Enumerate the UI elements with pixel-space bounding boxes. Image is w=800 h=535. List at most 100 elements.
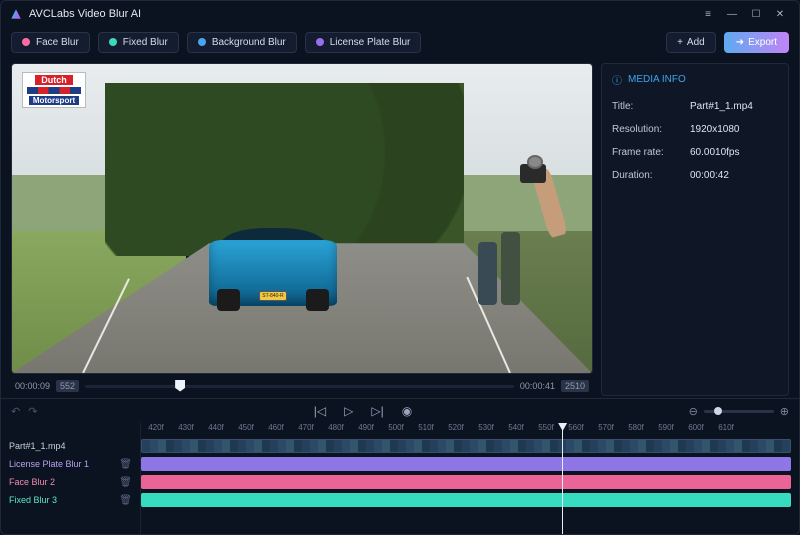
info-icon: ⓘ bbox=[612, 72, 622, 87]
track-area[interactable]: 420f430f440f450f460f470f480f490f500f510f… bbox=[141, 423, 799, 534]
next-frame-button[interactable]: ▷| bbox=[371, 404, 383, 418]
zoom-handle[interactable] bbox=[714, 407, 722, 415]
zoom-out-icon[interactable]: ⊖ bbox=[689, 405, 698, 418]
microphone-icon bbox=[527, 155, 543, 169]
title-value: Part#1_1.mp4 bbox=[690, 101, 753, 112]
background-blur-button[interactable]: Background Blur bbox=[187, 32, 297, 53]
ruler-tick: 580f bbox=[621, 423, 651, 437]
framerate-value: 60.0010fps bbox=[690, 147, 740, 158]
license-plate: ST-840-R bbox=[259, 291, 287, 301]
fixed-track[interactable] bbox=[141, 491, 799, 509]
track-fixed-name: Fixed Blur 3 bbox=[9, 495, 57, 505]
fixed-dot-icon bbox=[109, 38, 117, 46]
license-plate-track[interactable] bbox=[141, 455, 799, 473]
add-label: Add bbox=[687, 37, 705, 48]
duration-key: Duration: bbox=[612, 170, 690, 181]
close-button[interactable]: ✕ bbox=[769, 6, 791, 22]
video-frame: ST-840-R Dutch Motorsport bbox=[12, 64, 592, 373]
ruler-tick: 470f bbox=[291, 423, 321, 437]
license-plate-clip[interactable] bbox=[141, 457, 791, 471]
media-info-heading: ⓘ MEDIA INFO bbox=[612, 72, 778, 87]
ruler-tick: 460f bbox=[261, 423, 291, 437]
track-label-video[interactable]: Part#1_1.mp4 bbox=[1, 437, 140, 455]
media-info-panel: ⓘ MEDIA INFO Title: Part#1_1.mp4 Resolut… bbox=[601, 63, 789, 396]
face-clip[interactable] bbox=[141, 475, 791, 489]
license-plate-blur-button[interactable]: License Plate Blur bbox=[305, 32, 422, 53]
end-frame: 2510 bbox=[561, 380, 589, 392]
ruler-tick: 520f bbox=[441, 423, 471, 437]
zoom-in-icon[interactable]: ⊕ bbox=[780, 405, 789, 418]
toolbar: Face Blur Fixed Blur Background Blur Lic… bbox=[1, 27, 799, 57]
ruler-tick: 570f bbox=[591, 423, 621, 437]
info-row-resolution: Resolution: 1920x1080 bbox=[612, 118, 778, 141]
media-info-title: MEDIA INFO bbox=[628, 74, 686, 85]
window-controls: ≡ — ☐ ✕ bbox=[697, 6, 791, 22]
ruler-tick: 430f bbox=[171, 423, 201, 437]
ruler-tick: 490f bbox=[351, 423, 381, 437]
preview-visibility-button[interactable]: ◉ bbox=[402, 404, 412, 418]
ruler-tick: 600f bbox=[681, 423, 711, 437]
app-logo-icon bbox=[9, 7, 23, 21]
track-video-name: Part#1_1.mp4 bbox=[9, 441, 66, 451]
add-button[interactable]: + Add bbox=[666, 32, 716, 53]
face-blur-button[interactable]: Face Blur bbox=[11, 32, 90, 53]
export-icon: ➜ bbox=[736, 37, 744, 48]
ruler-tick: 440f bbox=[201, 423, 231, 437]
license-plate-blur-label: License Plate Blur bbox=[330, 37, 411, 48]
delete-lp-track-icon[interactable]: 🗑 bbox=[119, 459, 132, 470]
current-time: 00:00:09 bbox=[15, 381, 50, 391]
scrub-bar: 00:00:09 552 00:00:41 2510 bbox=[11, 374, 593, 396]
ruler-tick: 590f bbox=[651, 423, 681, 437]
fixed-blur-label: Fixed Blur bbox=[123, 37, 168, 48]
track-label-fixed[interactable]: Fixed Blur 3 🗑 bbox=[1, 491, 140, 509]
toolbar-right: + Add ➜ Export bbox=[666, 32, 789, 53]
titlebar: AVCLabs Video Blur AI ≡ — ☐ ✕ bbox=[1, 1, 799, 27]
maximize-button[interactable]: ☐ bbox=[745, 6, 767, 22]
scrub-handle[interactable] bbox=[175, 380, 185, 392]
fixed-clip[interactable] bbox=[141, 493, 791, 507]
hamburger-icon[interactable]: ≡ bbox=[697, 6, 719, 22]
background-dot-icon bbox=[198, 38, 206, 46]
fixed-blur-button[interactable]: Fixed Blur bbox=[98, 32, 179, 53]
channel-logo: Dutch Motorsport bbox=[22, 72, 86, 108]
undo-button[interactable]: ↶ bbox=[11, 405, 20, 418]
delete-fixed-track-icon[interactable]: 🗑 bbox=[119, 495, 132, 506]
track-labels: Part#1_1.mp4 License Plate Blur 1 🗑 Face… bbox=[1, 423, 141, 534]
face-blur-label: Face Blur bbox=[36, 37, 79, 48]
track-label-license-plate[interactable]: License Plate Blur 1 🗑 bbox=[1, 455, 140, 473]
plus-icon: + bbox=[677, 37, 683, 48]
timeline: ↶ ↷ |◁ ▷ ▷| ◉ ⊖ ⊕ Part#1_1.mp4 bbox=[1, 398, 799, 534]
duration-value: 00:00:42 bbox=[690, 170, 729, 181]
delete-face-track-icon[interactable]: 🗑 bbox=[119, 477, 132, 488]
ruler-tick: 500f bbox=[381, 423, 411, 437]
framerate-key: Frame rate: bbox=[612, 147, 690, 158]
info-row-framerate: Frame rate: 60.0010fps bbox=[612, 141, 778, 164]
background-blur-label: Background Blur bbox=[212, 37, 286, 48]
redo-button[interactable]: ↷ bbox=[28, 405, 37, 418]
prev-frame-button[interactable]: |◁ bbox=[314, 404, 326, 418]
video-preview[interactable]: ST-840-R Dutch Motorsport bbox=[11, 63, 593, 374]
face-dot-icon bbox=[22, 38, 30, 46]
export-button[interactable]: ➜ Export bbox=[724, 32, 789, 53]
minimize-button[interactable]: — bbox=[721, 6, 743, 22]
ruler-tick: 550f bbox=[531, 423, 561, 437]
ruler-tick: 510f bbox=[411, 423, 441, 437]
logo-line1: Dutch bbox=[35, 75, 73, 85]
info-row-duration: Duration: 00:00:42 bbox=[612, 164, 778, 187]
timeline-playhead[interactable] bbox=[562, 423, 563, 534]
ruler-tick: 480f bbox=[321, 423, 351, 437]
video-clip[interactable] bbox=[141, 439, 791, 453]
scrub-track[interactable] bbox=[85, 385, 514, 388]
title-key: Title: bbox=[612, 101, 690, 112]
timeline-zoom: ⊖ ⊕ bbox=[689, 405, 789, 418]
zoom-slider[interactable] bbox=[704, 410, 774, 413]
resolution-value: 1920x1080 bbox=[690, 124, 740, 135]
video-track[interactable] bbox=[141, 437, 799, 455]
timeline-controls: ↶ ↷ |◁ ▷ ▷| ◉ ⊖ ⊕ bbox=[1, 399, 799, 423]
play-button[interactable]: ▷ bbox=[344, 404, 353, 418]
track-label-face[interactable]: Face Blur 2 🗑 bbox=[1, 473, 140, 491]
app-window: AVCLabs Video Blur AI ≡ — ☐ ✕ Face Blur … bbox=[0, 0, 800, 535]
track-lp-name: License Plate Blur 1 bbox=[9, 459, 89, 469]
current-frame: 552 bbox=[56, 380, 79, 392]
face-track[interactable] bbox=[141, 473, 799, 491]
